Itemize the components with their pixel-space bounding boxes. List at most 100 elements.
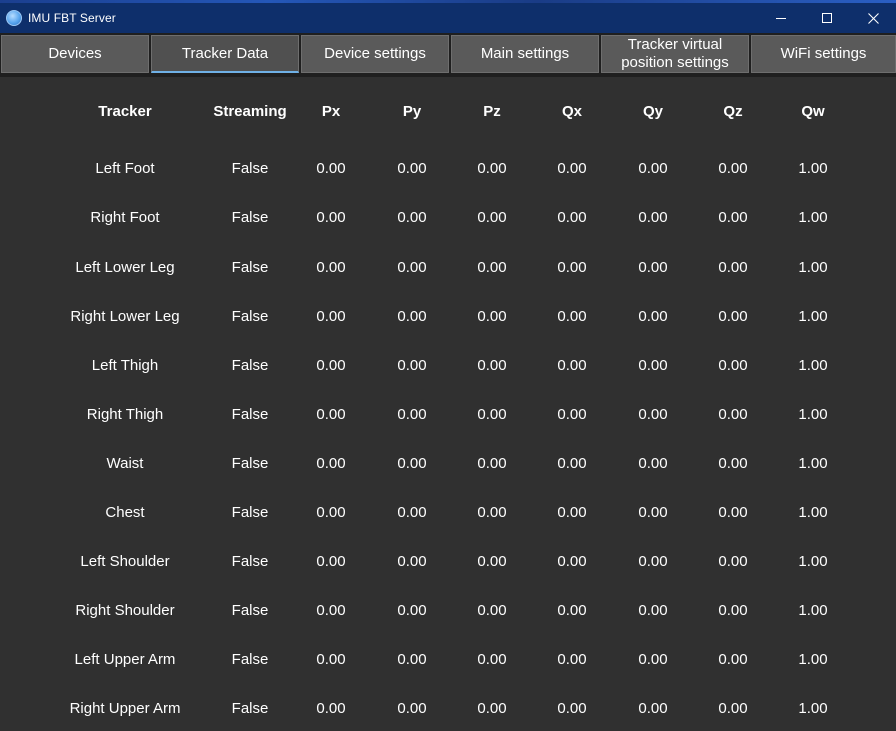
value-cell: 0.00: [397, 209, 427, 226]
value-cell: 0.00: [397, 602, 427, 619]
minimize-icon: [776, 18, 786, 19]
streaming-status: False: [231, 504, 269, 521]
column-header: Px: [321, 103, 341, 120]
column-header: Streaming: [213, 103, 287, 120]
value-cell: 0.00: [316, 504, 346, 521]
tab-devices[interactable]: Devices: [1, 35, 149, 73]
tab-label: Devices: [48, 45, 102, 62]
value-cell: 0.00: [718, 553, 748, 570]
value-cell: 0.00: [316, 209, 346, 226]
value-cell: 0.00: [316, 553, 346, 570]
streaming-status: False: [231, 602, 269, 619]
value-cell: 1.00: [798, 209, 828, 226]
value-cell: 0.00: [477, 406, 507, 423]
value-cell: 0.00: [718, 160, 748, 177]
streaming-status: False: [231, 259, 269, 276]
minimize-button[interactable]: [758, 3, 804, 33]
column-header: Qz: [723, 103, 743, 120]
tracker-name: Right Shoulder: [75, 602, 175, 619]
maximize-button[interactable]: [804, 3, 850, 33]
value-cell: 0.00: [397, 553, 427, 570]
value-cell: 0.00: [477, 602, 507, 619]
value-cell: 0.00: [316, 455, 346, 472]
value-cell: 0.00: [718, 259, 748, 276]
column-header: Py: [402, 103, 422, 120]
title-bar[interactable]: IMU FBT Server: [0, 3, 896, 33]
value-cell: 0.00: [397, 504, 427, 521]
window-controls: [758, 3, 896, 33]
tab-wifi-settings[interactable]: WiFi settings: [751, 35, 896, 73]
value-cell: 0.00: [316, 651, 346, 668]
value-cell: 0.00: [638, 308, 668, 325]
value-cell: 0.00: [397, 160, 427, 177]
value-cell: 1.00: [798, 651, 828, 668]
tab-device-settings[interactable]: Device settings: [301, 35, 449, 73]
streaming-status: False: [231, 553, 269, 570]
tab-main-settings[interactable]: Main settings: [451, 35, 599, 73]
value-cell: 0.00: [557, 357, 587, 374]
value-cell: 0.00: [477, 259, 507, 276]
value-cell: 0.00: [397, 700, 427, 717]
tracker-name: Right Foot: [90, 209, 160, 226]
value-cell: 0.00: [397, 455, 427, 472]
value-cell: 0.00: [557, 504, 587, 521]
value-cell: 0.00: [316, 406, 346, 423]
value-cell: 0.00: [316, 308, 346, 325]
window-title: IMU FBT Server: [28, 11, 116, 25]
tab-label: Tracker virtual position settings: [621, 36, 729, 71]
streaming-status: False: [231, 406, 269, 423]
value-cell: 0.00: [397, 259, 427, 276]
streaming-status: False: [231, 160, 269, 177]
tab-label: Device settings: [324, 45, 426, 62]
value-cell: 1.00: [798, 259, 828, 276]
value-cell: 0.00: [557, 651, 587, 668]
streaming-status: False: [231, 455, 269, 472]
value-cell: 0.00: [316, 602, 346, 619]
value-cell: 0.00: [477, 504, 507, 521]
value-cell: 1.00: [798, 504, 828, 521]
value-cell: 0.00: [557, 406, 587, 423]
tab-label: WiFi settings: [780, 45, 867, 62]
value-cell: 0.00: [638, 455, 668, 472]
value-cell: 0.00: [477, 553, 507, 570]
value-cell: 0.00: [638, 357, 668, 374]
value-cell: 0.00: [638, 209, 668, 226]
value-cell: 0.00: [397, 651, 427, 668]
value-cell: 0.00: [477, 455, 507, 472]
value-cell: 0.00: [718, 308, 748, 325]
tab-tracker-virtual-position-settings[interactable]: Tracker virtual position settings: [601, 35, 749, 73]
close-button[interactable]: [850, 3, 896, 33]
value-cell: 0.00: [477, 651, 507, 668]
value-cell: 0.00: [638, 504, 668, 521]
streaming-status: False: [231, 308, 269, 325]
value-cell: 1.00: [798, 160, 828, 177]
value-cell: 0.00: [557, 602, 587, 619]
tracker-name: Left Foot: [95, 160, 155, 177]
column-header: Qw: [801, 103, 825, 120]
streaming-status: False: [231, 700, 269, 717]
tab-tracker-data[interactable]: Tracker Data: [151, 35, 299, 73]
tracker-name: Right Upper Arm: [69, 700, 181, 717]
tracker-name: Left Shoulder: [80, 553, 170, 570]
tab-label: Main settings: [480, 45, 570, 62]
value-cell: 1.00: [798, 308, 828, 325]
value-cell: 0.00: [557, 308, 587, 325]
tab-label: Tracker Data: [181, 44, 269, 62]
streaming-status: False: [231, 209, 269, 226]
value-cell: 1.00: [798, 455, 828, 472]
value-cell: 0.00: [557, 209, 587, 226]
value-cell: 0.00: [557, 700, 587, 717]
value-cell: 1.00: [798, 602, 828, 619]
value-cell: 0.00: [316, 259, 346, 276]
value-cell: 0.00: [477, 700, 507, 717]
value-cell: 0.00: [638, 700, 668, 717]
value-cell: 1.00: [798, 553, 828, 570]
value-cell: 0.00: [316, 357, 346, 374]
value-cell: 0.00: [397, 308, 427, 325]
tracker-name: Right Lower Leg: [70, 308, 180, 325]
value-cell: 0.00: [477, 308, 507, 325]
value-cell: 0.00: [477, 160, 507, 177]
value-cell: 0.00: [316, 700, 346, 717]
maximize-icon: [822, 13, 832, 23]
streaming-status: False: [231, 357, 269, 374]
